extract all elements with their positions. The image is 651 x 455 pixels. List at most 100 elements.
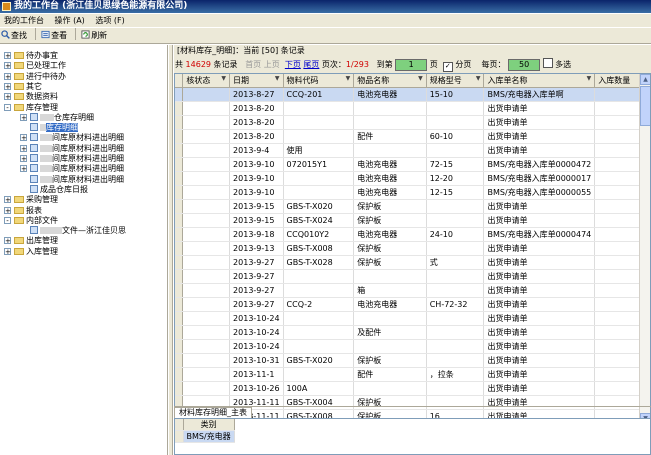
row-header[interactable]: [175, 339, 184, 354]
table-row[interactable]: 2013-9-27 CCQ-2 电池充电器 CH-72-32 出货申请单: [175, 297, 650, 312]
row-header[interactable]: [175, 157, 184, 172]
expand-icon[interactable]: +: [20, 155, 27, 163]
row-header[interactable]: [175, 241, 184, 256]
table-row[interactable]: 2013-8-20 配件 60-10 出货申请单: [175, 129, 650, 144]
row-header[interactable]: [175, 227, 184, 242]
table-row[interactable]: 2013-10-26 100A 出货申请单: [175, 381, 650, 396]
table-row[interactable]: 2013-9-10 电池充电器 12-20 BMS/充电器入库单0000017: [175, 171, 650, 186]
tree-node[interactable]: + 仓库存明细: [20, 112, 94, 123]
prev-page-link[interactable]: 上页: [264, 60, 280, 69]
tree-node[interactable]: 成品仓库日报: [30, 184, 88, 195]
collapse-icon[interactable]: -: [4, 216, 11, 224]
expand-icon[interactable]: +: [4, 247, 11, 255]
table-row[interactable]: 2013-9-18 CCQ010Y2 电池充电器 24-10 BMS/充电器入库单000…: [175, 227, 650, 242]
table-row[interactable]: 2013-9-10 072015Y1 电池充电器 72-15 BMS/充电器入库单000…: [175, 157, 650, 172]
column-header[interactable]: 核状态 ▼: [182, 74, 231, 88]
expand-icon[interactable]: +: [20, 165, 27, 173]
expand-icon[interactable]: +: [20, 144, 27, 152]
table-row[interactable]: 2013-10-24 出货申请单: [175, 311, 650, 326]
row-header[interactable]: [175, 87, 184, 102]
column-header[interactable]: 物料代码 ▼: [283, 74, 355, 88]
expand-icon[interactable]: +: [4, 72, 11, 80]
find-button[interactable]: 查找: [0, 29, 30, 43]
tree-node[interactable]: + 出库管理: [4, 236, 58, 246]
tree-node[interactable]: + 已处理工作: [4, 61, 66, 71]
table-row[interactable]: 2013-9-10 电池充电器 12-15 BMS/充电器入库单0000055: [175, 185, 650, 200]
tab-main-table[interactable]: 材料库存明细_主表: [174, 407, 252, 418]
table-row[interactable]: 2013-9-13 GBS-T-X008 保护板 出货申请单: [175, 241, 650, 256]
menu-options[interactable]: 选项 (F): [91, 14, 128, 27]
row-header[interactable]: [175, 171, 184, 186]
table-row[interactable]: 2013-10-24 及配件 出货申请单: [175, 325, 650, 340]
table-row[interactable]: 2013-10-31 GBS-T-X020 保护板 出货申请单: [175, 353, 650, 368]
tree-node[interactable]: 间库原材料进出明细: [30, 174, 124, 185]
expand-icon[interactable]: +: [4, 52, 11, 60]
expand-icon[interactable]: +: [4, 206, 11, 214]
next-page-link[interactable]: 下页: [285, 60, 301, 69]
table-row[interactable]: 2013-9-27 GBS-T-X028 保护板式出货申请单: [175, 255, 650, 270]
table-row[interactable]: BMS/充电器: [175, 430, 235, 443]
column-header[interactable]: 日期 ▼: [229, 74, 284, 88]
vertical-scrollbar[interactable]: ▲ ▼: [639, 74, 650, 435]
row-header[interactable]: [175, 283, 184, 298]
row-header[interactable]: [175, 185, 184, 200]
table-row[interactable]: 2013-8-20 出货申请单: [175, 101, 650, 116]
row-header[interactable]: [175, 101, 184, 116]
table-row[interactable]: 2013-11-1 配件 ，拉条 出货申请单: [175, 367, 650, 382]
table-row[interactable]: 2013-9-15 GBS-T-X020 保护板 出货申请单: [175, 199, 650, 214]
expand-icon[interactable]: +: [20, 113, 27, 121]
menu-workbench[interactable]: 我的工作台: [0, 14, 48, 27]
row-header[interactable]: [175, 430, 184, 443]
per-page-input[interactable]: 50: [508, 58, 541, 71]
tree-node[interactable]: + 数据资料: [4, 92, 58, 102]
table-row[interactable]: 2013-9-4 使用 出货申请单: [175, 143, 650, 158]
row-header[interactable]: [175, 381, 184, 396]
collapse-icon[interactable]: -: [4, 103, 11, 111]
column-header[interactable]: 入库单名称 ▼: [483, 74, 596, 88]
expand-icon[interactable]: +: [4, 82, 11, 90]
tree-node[interactable]: + 报表: [4, 206, 42, 216]
tree-node[interactable]: 文件—浙江佳贝思: [30, 226, 126, 236]
view-button[interactable]: 查看: [40, 29, 70, 43]
expand-icon[interactable]: +: [4, 93, 11, 101]
table-row[interactable]: 2013-9-15 GBS-T-X024 保护板 出货申请单: [175, 213, 650, 228]
row-header[interactable]: [175, 325, 184, 340]
column-header[interactable]: 规格型号 ▼: [426, 74, 485, 88]
table-row[interactable]: 2013-10-24 出货申请单: [175, 339, 650, 354]
row-header[interactable]: [175, 367, 184, 382]
tree-node[interactable]: + 间库原材料进出明细: [20, 133, 124, 143]
expand-icon[interactable]: +: [20, 134, 27, 142]
menu-operation[interactable]: 操作 (A): [51, 14, 89, 27]
tree-node[interactable]: + 采购管理: [4, 195, 58, 205]
first-page-link[interactable]: 首页: [245, 60, 261, 69]
row-header[interactable]: [175, 297, 184, 312]
row-header[interactable]: [175, 129, 184, 144]
column-header-category[interactable]: 类别: [183, 419, 235, 431]
column-header[interactable]: 物品名称 ▼: [353, 74, 427, 88]
tree-node[interactable]: + 间库原材料进出明细: [20, 154, 124, 164]
table-row[interactable]: 2013-9-27 箱 出货申请单: [175, 283, 650, 298]
splitter[interactable]: [169, 45, 173, 455]
table-row[interactable]: 2013-8-27 CCQ-201 电池充电器 15-10 BMS/充电器入库单啊: [175, 87, 650, 102]
tree-node[interactable]: 库存明细: [30, 123, 78, 133]
tree-node[interactable]: - 内部文件: [4, 216, 58, 226]
tree-node[interactable]: + 其它: [4, 82, 42, 92]
row-header[interactable]: [175, 311, 184, 326]
tree-node[interactable]: + 待办事宜: [4, 51, 58, 61]
expand-icon[interactable]: +: [4, 196, 11, 204]
paging-checkbox[interactable]: ✓: [442, 62, 453, 72]
row-header[interactable]: [175, 143, 184, 158]
table-row[interactable]: 2013-9-27 出货申请单: [175, 269, 650, 284]
expand-icon[interactable]: +: [4, 237, 11, 245]
scroll-up-arrow-icon[interactable]: ▲: [640, 74, 650, 85]
tree-node[interactable]: + 间库原材料进出明细: [20, 164, 124, 174]
row-header[interactable]: [175, 255, 184, 270]
multi-select-checkbox[interactable]: [542, 58, 553, 68]
row-header[interactable]: [175, 199, 184, 214]
tree-node[interactable]: + 间库原材料进出明细: [20, 143, 124, 154]
tree-node[interactable]: - 库存管理: [4, 103, 58, 113]
row-header[interactable]: [175, 269, 184, 284]
row-header[interactable]: [175, 213, 184, 228]
tree-node[interactable]: + 入库管理: [4, 247, 58, 257]
goto-page-input[interactable]: 1: [395, 58, 428, 71]
